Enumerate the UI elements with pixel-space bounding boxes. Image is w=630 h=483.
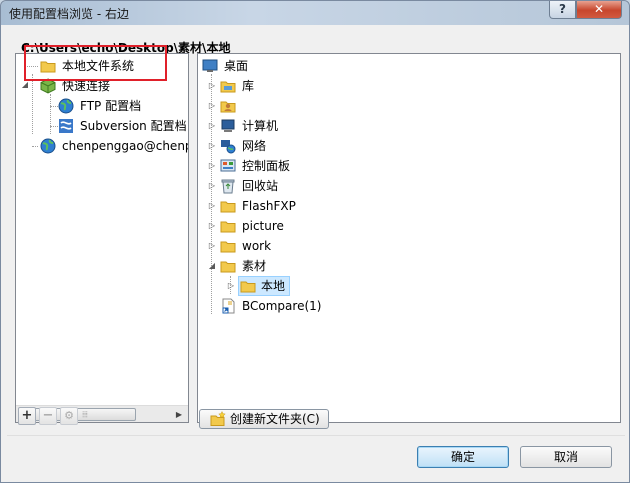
user-folder-icon <box>220 101 236 113</box>
expand-toggle[interactable]: ▷ <box>207 201 217 211</box>
tree-item-label: FTP 配置档 <box>80 99 142 113</box>
cancel-button[interactable]: 取消 <box>520 446 612 468</box>
title-bar[interactable]: 使用配置档浏览 - 右边 ? ✕ <box>1 1 629 25</box>
folder-icon <box>220 221 236 233</box>
tree-item-label: Subversion 配置档 <box>80 119 187 133</box>
folder-icon <box>240 281 256 293</box>
scroll-right-arrow-icon[interactable]: ▶ <box>172 408 186 421</box>
tree-item-saved-connection[interactable]: chenpenggao@chenp <box>40 136 189 156</box>
tree-item-label: FlashFXP <box>242 199 296 213</box>
library-icon <box>220 81 236 93</box>
tree-item-libraries[interactable]: 库 <box>220 76 420 96</box>
tree-item-label: 网络 <box>242 139 267 153</box>
remove-profile-button[interactable]: − <box>39 407 57 425</box>
tree-line <box>50 94 51 134</box>
recycle-bin-icon <box>221 179 235 194</box>
expand-toggle[interactable]: ▷ <box>207 101 217 111</box>
create-folder-label: 创建新文件夹(C) <box>230 412 320 426</box>
tree-line <box>32 74 33 134</box>
tree-item-label: chenpenggao@chenp <box>62 139 189 153</box>
close-button[interactable]: ✕ <box>576 1 622 19</box>
expand-toggle[interactable]: ▷ <box>207 181 217 191</box>
tree-line <box>50 106 58 107</box>
red-highlight-annotation <box>24 45 167 81</box>
tree-item-label: picture <box>242 219 284 233</box>
folder-icon <box>220 201 236 213</box>
create-new-folder-button[interactable]: 创建新文件夹(C) <box>199 409 329 429</box>
help-button[interactable]: ? <box>549 1 576 19</box>
footer-divider <box>7 435 625 436</box>
tree-item-label: 素材 <box>242 259 267 273</box>
add-profile-button[interactable]: + <box>18 407 36 425</box>
expand-toggle[interactable]: ◢ <box>20 80 30 90</box>
window-title: 使用配置档浏览 - 右边 <box>9 7 129 21</box>
tree-line <box>32 146 38 147</box>
globe-icon <box>40 138 56 154</box>
tree-item-label: 库 <box>242 79 255 93</box>
subversion-icon <box>59 119 73 133</box>
expand-toggle[interactable]: ▷ <box>207 241 217 251</box>
dialog-client-area: C:\Users\echo\Desktop\素材\本地 本地文件系统 ◢ 快速连… <box>7 29 625 478</box>
ok-button[interactable]: 确定 <box>417 446 509 468</box>
new-folder-icon <box>210 411 226 426</box>
tree-item-label: 计算机 <box>242 119 279 133</box>
expand-toggle[interactable]: ▷ <box>207 161 217 171</box>
tree-item-label: work <box>242 239 272 253</box>
folder-tree-panel[interactable]: 桌面 ▷ 库 ▷ ▷ 计算机 ▷ 网络 ▷ 控制面板 ▷ 回收站 ▷ Flash… <box>197 53 621 423</box>
tree-item-label: 桌面 <box>224 59 249 73</box>
tree-item-work[interactable]: work <box>220 236 420 256</box>
tree-item-picture[interactable]: picture <box>220 216 420 236</box>
tree-item-label: BCompare(1) <box>242 299 322 313</box>
tree-item-label: 控制面板 <box>242 159 291 173</box>
expand-toggle[interactable]: ▷ <box>207 141 217 151</box>
shortcut-icon <box>222 298 235 314</box>
folder-icon <box>220 241 236 253</box>
expand-toggle[interactable]: ▷ <box>226 281 236 291</box>
tree-item-sucai[interactable]: 素材 <box>220 256 420 276</box>
tree-item-ftp-profiles[interactable]: FTP 配置档 <box>58 96 188 116</box>
tree-item-recycle-bin[interactable]: 回收站 <box>220 176 420 196</box>
expand-toggle[interactable]: ▷ <box>207 121 217 131</box>
tree-item-label: 回收站 <box>242 179 279 193</box>
collapse-toggle[interactable]: ◢ <box>207 261 217 271</box>
tree-item-user-folder[interactable] <box>220 96 420 116</box>
tree-item-desktop[interactable]: 桌面 <box>202 56 402 76</box>
computer-icon <box>221 119 235 132</box>
profile-tree-panel[interactable]: 本地文件系统 ◢ 快速连接 FTP 配置档 Subversion 配置档 che… <box>15 53 189 423</box>
tree-item-computer[interactable]: 计算机 <box>220 116 420 136</box>
folder-icon <box>220 261 236 273</box>
tree-item-subversion-profiles[interactable]: Subversion 配置档 <box>58 116 188 136</box>
control-panel-icon <box>220 159 236 172</box>
settings-icon[interactable]: ⚙ <box>60 407 78 425</box>
network-icon <box>221 140 236 154</box>
expand-toggle[interactable]: ▷ <box>207 81 217 91</box>
tree-item-network[interactable]: 网络 <box>220 136 420 156</box>
profile-browse-dialog: 使用配置档浏览 - 右边 ? ✕ C:\Users\echo\Desktop\素… <box>0 0 630 483</box>
tree-item-bcompare[interactable]: BCompare(1) <box>220 296 420 316</box>
expand-toggle[interactable]: ▷ <box>207 221 217 231</box>
desktop-icon <box>202 59 218 72</box>
globe-icon <box>58 98 74 114</box>
tree-item-bendi-selected[interactable]: 本地 <box>238 276 290 296</box>
tree-item-control-panel[interactable]: 控制面板 <box>220 156 420 176</box>
tree-line <box>50 126 58 127</box>
tree-item-label: 本地 <box>261 279 286 293</box>
tree-item-flashfxp[interactable]: FlashFXP <box>220 196 420 216</box>
